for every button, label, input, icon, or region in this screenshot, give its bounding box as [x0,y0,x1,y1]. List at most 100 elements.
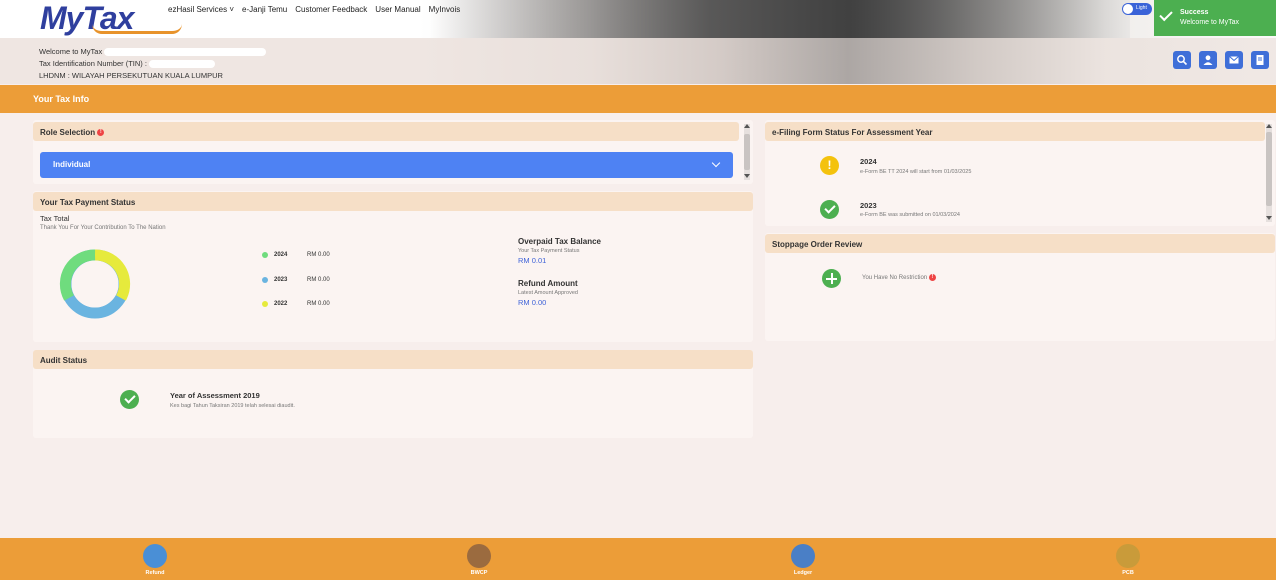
efiling-scrollbar[interactable] [1266,124,1272,222]
stoppage-message: You Have No Restriction ! [862,274,936,281]
efiling-text-2023: e-Form BE was submitted on 01/03/2024 [860,212,960,218]
audit-item-title: Year of Assessment 2019 [170,391,260,400]
lhdnm-label: LHDNM : WILAYAH PERSEKUTUAN KUALA LUMPUR [39,71,223,80]
search-icon [1177,55,1188,66]
tax-donut-chart [59,249,131,319]
footer-bwcp[interactable]: BWCP [459,544,499,576]
donut-hole [71,260,119,308]
footer-ledger[interactable]: Ledger [783,544,823,576]
footer-label: BWCP [470,570,488,576]
nav-myinvois[interactable]: MyInvois [429,5,461,14]
banner-background-image [420,38,1276,84]
legend-dot [262,301,268,307]
check-circle-icon [120,390,139,409]
scroll-up-icon[interactable] [744,124,750,128]
footer-label: Ledger [793,570,813,576]
overpaid-subtitle: Your Tax Payment Status [518,248,580,254]
header-background-shade [430,0,1130,38]
role-select-dropdown[interactable]: Individual [40,152,733,178]
overpaid-title: Overpaid Tax Balance [518,237,601,246]
legend-year: 2024 [274,252,288,258]
scroll-thumb[interactable] [744,134,750,170]
legend-row-2022: 2022 RM 0.00 [262,301,330,307]
refund-icon [143,544,167,568]
footer-refund[interactable]: Refund [135,544,175,576]
efiling-text-2024: e-Form BE TT 2024 will start from 01/03/… [860,169,972,175]
footer-label: Refund [145,570,165,576]
nav-ezhasil-services[interactable]: ezHasil Services ˅ [168,5,234,14]
tax-total-thanks: Thank You For Your Contribution To The N… [40,225,166,231]
legend-year: 2022 [274,301,288,307]
welcome-label: Welcome to MyTax [39,47,103,56]
ledger-icon [791,544,815,568]
nav-label: ezHasil Services [168,5,228,14]
warning-icon: ! [820,156,839,175]
overpaid-value[interactable]: RM 0.01 [518,256,601,265]
inbox-button[interactable] [1225,51,1243,69]
bwcp-icon [467,544,491,568]
scroll-thumb[interactable] [1266,132,1272,206]
profile-button[interactable] [1199,51,1217,69]
chevron-down-icon: ˅ [229,5,235,14]
role-select-value: Individual [53,160,91,169]
chevron-down-icon [711,158,721,168]
tax-payment-title: Your Tax Payment Status [40,198,136,207]
legend-dot [262,277,268,283]
scroll-down-icon[interactable] [744,174,750,178]
mytax-logo[interactable]: My Tax [40,0,182,36]
nav-e-janji-temu[interactable]: e-Janji Temu [242,5,287,14]
check-circle-icon [820,200,839,219]
user-icon [1203,55,1213,65]
toggle-knob [1123,4,1133,14]
stoppage-order-title: Stoppage Order Review [772,240,863,249]
info-icon[interactable]: ! [97,129,105,137]
legend-amount: RM 0.00 [307,301,330,307]
audit-item-text: Kes bagi Tahun Taksiran 2019 telah seles… [170,403,295,409]
header-icon-buttons [1173,51,1269,69]
your-tax-info-bar [0,85,1276,113]
info-icon[interactable]: ! [928,274,936,281]
refund-value[interactable]: RM 0.00 [518,298,578,307]
footer-pcb[interactable]: PCB [1108,544,1148,576]
check-icon [1159,7,1173,22]
nav-customer-feedback[interactable]: Customer Feedback [295,5,367,14]
theme-toggle-label: Light [1136,5,1147,11]
tax-payment-card [33,191,753,342]
main-nav: ezHasil Services ˅ e-Janji Temu Customer… [168,5,460,14]
legend-row-2023: 2023 RM 0.00 [262,277,330,283]
toast-title: Success [1180,9,1209,16]
theme-toggle[interactable]: Light [1122,3,1152,15]
document-button[interactable] [1251,51,1269,69]
page-title: Your Tax Info [33,94,90,104]
success-toast[interactable]: Success Welcome to MyTax [1154,0,1276,36]
scroll-down-icon[interactable] [1266,216,1272,220]
pcb-icon [1116,544,1140,568]
tax-total-label: Tax Total [40,214,70,223]
efiling-year-2023: 2023 [860,201,877,210]
efiling-year-2024: 2024 [860,157,877,166]
overpaid-tax-block: Overpaid Tax Balance Your Tax Payment St… [518,237,601,265]
role-selection-header: Role Selection ! [33,122,739,141]
taxpayer-info: Welcome to MyTax Tax Identification Numb… [39,46,267,82]
legend-dot [262,252,268,258]
audit-status-header: Audit Status [33,350,753,369]
efiling-status-title: e-Filing Form Status For Assessment Year [772,128,933,137]
toast-message: Welcome to MyTax [1180,19,1239,26]
refund-subtitle: Latest Amount Approved [518,290,578,296]
refund-title: Refund Amount [518,279,578,288]
logo-text-my: My [40,0,83,36]
redacted-name [104,48,267,57]
plus-circle-icon [822,269,841,288]
role-scrollbar[interactable] [744,124,750,180]
tin-label: Tax Identification Number (TIN) : [39,59,147,68]
stoppage-order-header: Stoppage Order Review [765,234,1275,253]
scroll-up-icon[interactable] [1266,124,1272,128]
role-selection-title: Role Selection [40,128,96,137]
search-button[interactable] [1173,51,1191,69]
nav-user-manual[interactable]: User Manual [375,5,420,14]
legend-row-2024: 2024 RM 0.00 [262,252,330,258]
audit-status-title: Audit Status [40,356,88,365]
document-icon [1256,55,1264,65]
footer-label: PCB [1122,570,1134,576]
efiling-status-header: e-Filing Form Status For Assessment Year [765,122,1265,141]
